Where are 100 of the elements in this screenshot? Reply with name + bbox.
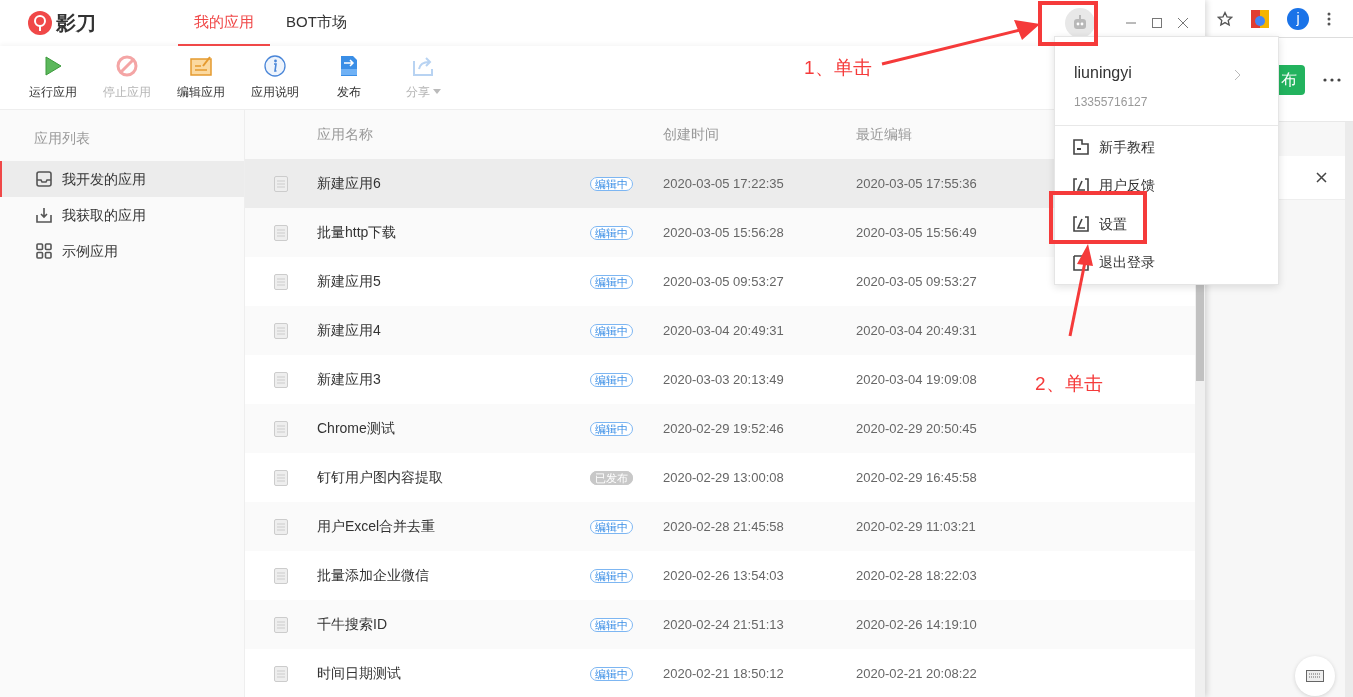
- table-cell-text: 2020-02-29 13:00:08: [663, 468, 785, 487]
- app-name: 批量添加企业微信: [317, 566, 430, 585]
- close-icon[interactable]: [1316, 172, 1327, 183]
- logo-icon: [28, 11, 52, 35]
- share-icon: [412, 54, 434, 77]
- table-cell-text: 2020-03-05 17:55:36: [856, 174, 977, 193]
- edit-icon: [190, 54, 212, 77]
- toolbar-button[interactable]: 运行应用: [16, 54, 90, 101]
- forbidden-icon: [116, 54, 138, 77]
- annotation-box: [1038, 1, 1098, 46]
- avatar-icon[interactable]: [1065, 8, 1095, 38]
- app-name: 新建应用3: [317, 370, 382, 389]
- status-badge: 编辑中: [590, 618, 633, 632]
- table-cell-text: 2020-03-03 20:13:49: [663, 370, 785, 389]
- toolbar-button[interactable]: 编辑应用: [164, 54, 238, 101]
- maximize-icon[interactable]: [1151, 17, 1163, 29]
- table-cell-text: 2020-02-29 19:52:46: [663, 419, 785, 438]
- status-badge: 编辑中: [590, 226, 633, 240]
- menu-item[interactable]: 新手教程: [1055, 128, 1278, 167]
- inbox-icon: [36, 171, 52, 187]
- app-publish-icon: [338, 54, 360, 77]
- toolbar-button[interactable]: 应用说明: [238, 54, 312, 101]
- menu-item[interactable]: 用户反馈: [1055, 166, 1278, 205]
- app-name: 时间日期测试: [317, 664, 402, 683]
- nav-tab[interactable]: BOT市场: [270, 0, 363, 46]
- username: liuningyi: [1074, 63, 1133, 83]
- document-icon: [274, 469, 288, 486]
- sidebar-item[interactable]: 我获取的应用: [0, 197, 244, 233]
- table-cell-text: 2020-03-04 19:09:08: [856, 370, 977, 389]
- column-header: 创建时间: [663, 125, 720, 144]
- toolbar-button[interactable]: 发布: [312, 54, 386, 101]
- app-name: Chrome测试: [317, 419, 396, 438]
- table-cell-text: 2020-02-26 13:54:03: [663, 566, 785, 585]
- chevron-right-icon: [1234, 69, 1241, 81]
- status-badge: 编辑中: [590, 422, 633, 436]
- document-icon: [274, 665, 288, 682]
- logo-text: 影刀: [56, 11, 96, 36]
- menu-item[interactable]: 设置: [1055, 205, 1278, 244]
- status-badge: 编辑中: [590, 569, 633, 583]
- app-name: 新建应用6: [317, 174, 382, 193]
- grid-icon: [36, 243, 52, 259]
- profile-avatar[interactable]: j: [1287, 7, 1309, 30]
- user-profile-row[interactable]: liuningyi 13355716127: [1055, 37, 1278, 126]
- status-badge: 编辑中: [590, 275, 633, 289]
- table-cell-text: 2020-02-21 20:08:22: [856, 664, 977, 683]
- play-icon: [42, 54, 64, 77]
- more-icon[interactable]: [1327, 11, 1331, 26]
- document-icon: [274, 224, 288, 241]
- book-icon: [1073, 139, 1089, 156]
- phone-number: 13355716127: [1074, 94, 1148, 111]
- table-cell-text: 2020-02-29 16:45:58: [856, 468, 977, 487]
- download-icon: [36, 207, 52, 223]
- feedback-icon: [1073, 177, 1089, 194]
- annotation-label: 2、单击: [1035, 372, 1103, 396]
- sidebar-title: 应用列表: [34, 129, 91, 148]
- settings-icon: [1073, 216, 1089, 233]
- table-cell-text: 2020-02-26 14:19:10: [856, 615, 977, 634]
- column-header: 最近编辑: [856, 125, 913, 144]
- document-icon: [274, 518, 288, 535]
- app-name: 千牛搜索ID: [317, 615, 388, 634]
- info-icon: [264, 54, 286, 77]
- menu-item[interactable]: 退出登录: [1055, 243, 1278, 282]
- app-name: 批量http下载: [317, 223, 398, 242]
- table-cell-text: 2020-02-29 20:50:45: [856, 419, 977, 438]
- sidebar-item[interactable]: 示例应用: [0, 233, 244, 269]
- document-icon: [274, 420, 288, 437]
- star-icon[interactable]: [1217, 10, 1233, 27]
- status-badge: 编辑中: [590, 373, 633, 387]
- document-icon: [274, 567, 288, 584]
- table-cell-text: 2020-03-05 09:53:27: [663, 272, 785, 291]
- document-icon: [274, 371, 288, 388]
- table-cell-text: 2020-03-05 09:53:27: [856, 272, 977, 291]
- table-cell-text: 2020-02-21 18:50:12: [663, 664, 785, 683]
- status-badge: 编辑中: [590, 520, 633, 534]
- table-cell-text: 2020-03-04 20:49:31: [856, 321, 977, 340]
- table-cell-text: 2020-02-28 18:22:03: [856, 566, 977, 585]
- annotation-label: 1、单击: [804, 56, 872, 80]
- table-cell-text: 2020-02-24 21:51:13: [663, 615, 785, 634]
- table-cell-text: 2020-03-05 15:56:49: [856, 223, 977, 242]
- logout-icon: [1073, 254, 1089, 271]
- app-name: 钉钉用户图内容提取: [317, 468, 444, 487]
- table-cell-text: 2020-03-05 15:56:28: [663, 223, 785, 242]
- table-cell-text: 2020-03-04 20:49:31: [663, 321, 785, 340]
- caret-icon: [432, 89, 441, 94]
- document-icon: [274, 322, 288, 339]
- sidebar-item[interactable]: 我开发的应用: [0, 161, 244, 197]
- app-name: 新建应用4: [317, 321, 382, 340]
- table-cell-text: 2020-02-28 21:45:58: [663, 517, 785, 536]
- app-name: 用户Excel合并去重: [317, 517, 437, 536]
- more-icon[interactable]: [1323, 77, 1341, 82]
- keyboard-icon: [1306, 670, 1324, 682]
- document-icon: [274, 175, 288, 192]
- document-icon: [274, 273, 288, 290]
- table-cell-text: 2020-02-29 11:03:21: [856, 517, 976, 536]
- status-badge: 编辑中: [590, 667, 633, 681]
- document-icon: [274, 616, 288, 633]
- table-cell-text: 2020-03-05 17:22:35: [663, 174, 785, 193]
- status-badge: 编辑中: [590, 177, 633, 191]
- extension-icon[interactable]: [1251, 9, 1269, 28]
- close-icon[interactable]: [1177, 17, 1189, 29]
